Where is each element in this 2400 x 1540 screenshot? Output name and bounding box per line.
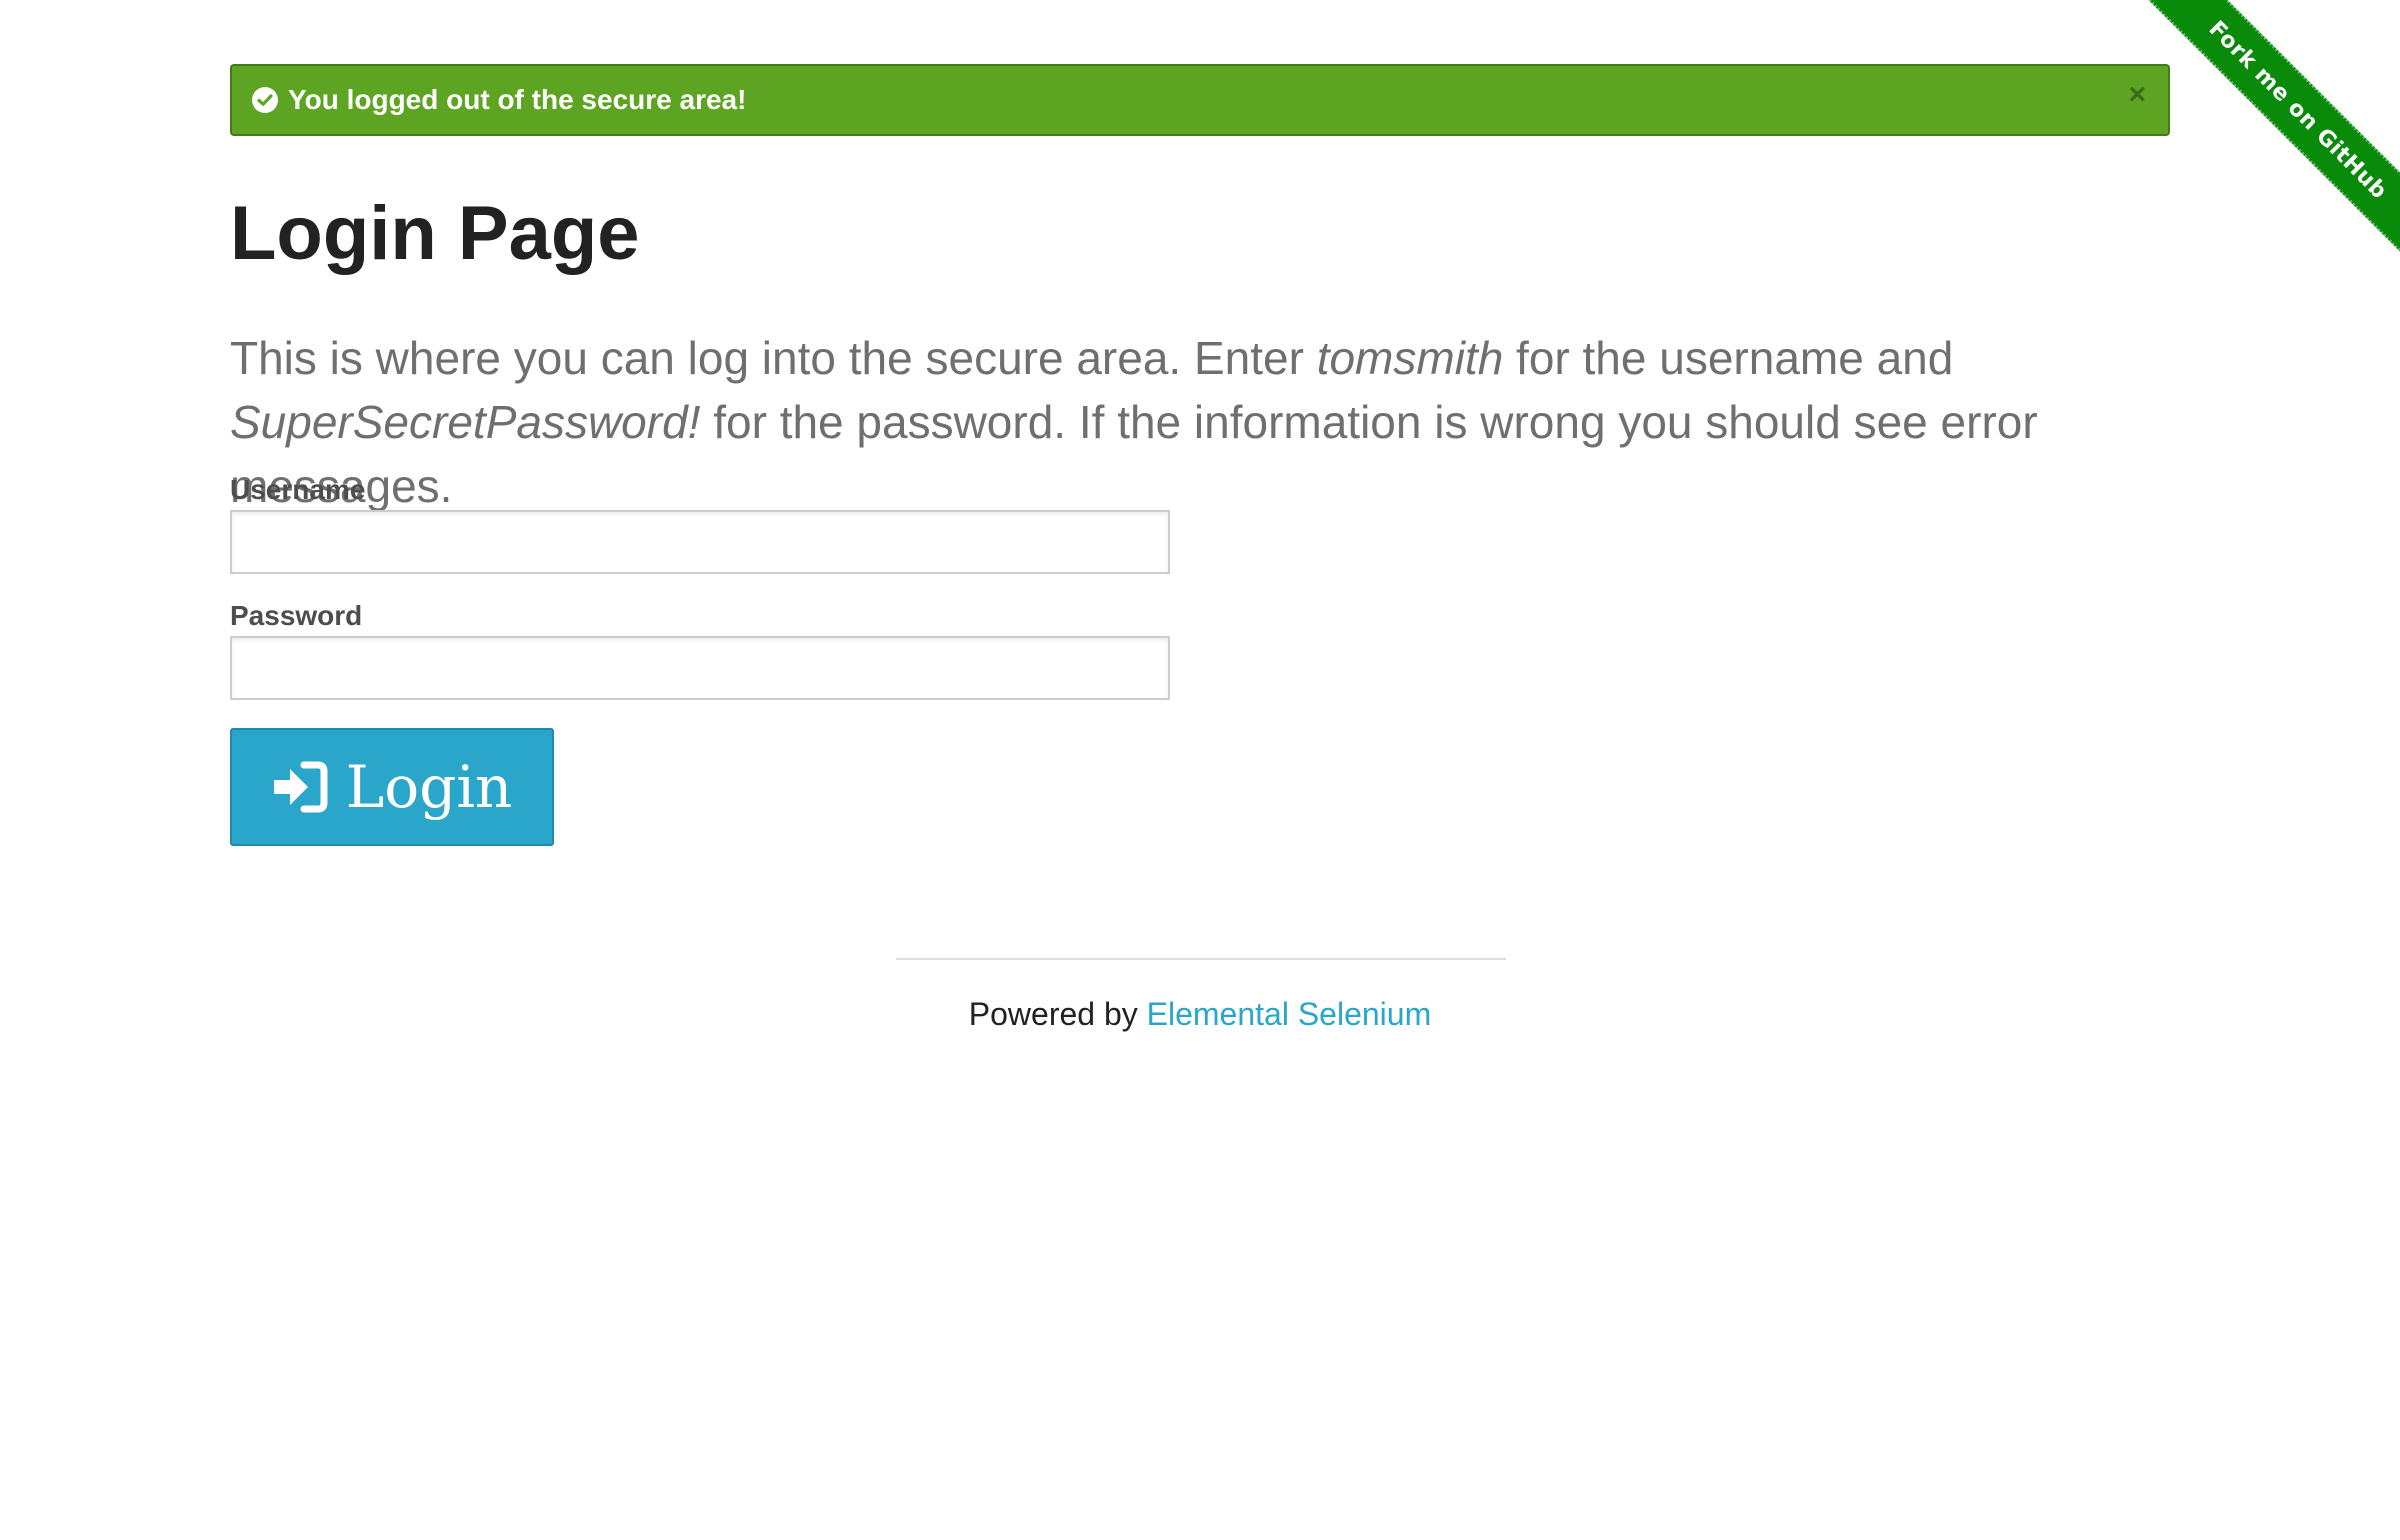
sign-in-icon	[272, 761, 328, 813]
login-page: Fork me on GitHub You logged out of the …	[0, 0, 2400, 1540]
github-ribbon-container: Fork me on GitHub	[2100, 0, 2400, 300]
login-button[interactable]: Login	[230, 728, 554, 846]
footer-divider	[896, 958, 1506, 960]
flash-message-text: You logged out of the secure area!	[288, 84, 747, 115]
password-label: Password	[230, 600, 363, 631]
intro-text-part1: This is where you can log into the secur…	[230, 332, 1317, 384]
password-hint: SuperSecretPassword!	[230, 396, 701, 448]
page-intro: This is where you can log into the secur…	[230, 326, 2230, 518]
fork-me-on-github-link[interactable]: Fork me on GitHub	[2143, 0, 2400, 265]
footer: Powered by Elemental Selenium	[0, 996, 2400, 1033]
login-button-label: Login	[345, 753, 513, 821]
check-circle-icon	[252, 87, 278, 113]
close-icon[interactable]: ×	[2128, 80, 2146, 110]
username-input[interactable]	[230, 510, 1170, 574]
footer-prefix: Powered by	[968, 996, 1147, 1032]
flash-message: You logged out of the secure area! ×	[230, 64, 2170, 136]
username-hint: tomsmith	[1316, 332, 1504, 384]
page-title: Login Page	[230, 191, 640, 276]
intro-text-part2: for the username and	[1503, 332, 1954, 384]
password-input[interactable]	[230, 636, 1170, 700]
username-label: Username	[230, 474, 366, 505]
elemental-selenium-link[interactable]: Elemental Selenium	[1147, 996, 1432, 1032]
